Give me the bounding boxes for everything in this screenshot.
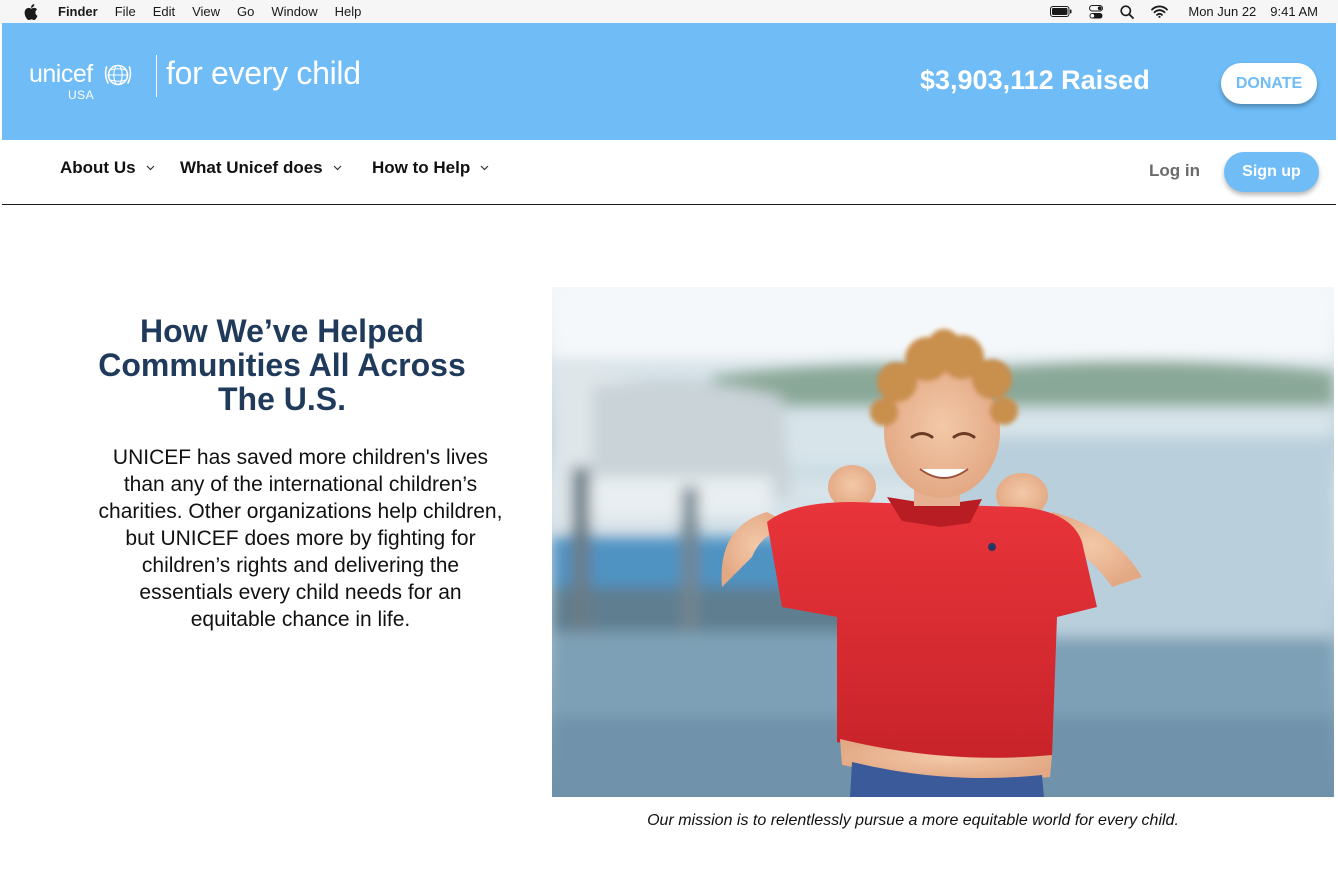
menu-finder[interactable]: Finder — [58, 4, 98, 19]
menu-bar-left: Finder File Edit View Go Window Help — [0, 3, 378, 20]
menu-help[interactable]: Help — [335, 4, 362, 19]
hero-photo — [552, 287, 1334, 797]
menu-go[interactable]: Go — [237, 4, 254, 19]
menu-file[interactable]: File — [115, 4, 136, 19]
globe-icon — [103, 62, 133, 93]
menu-bar-time[interactable]: 9:41 AM — [1270, 4, 1318, 19]
child-photo-illustration — [552, 287, 1334, 797]
menu-bar-right: Mon Jun 22 9:41 AM — [1033, 4, 1338, 20]
nav-about-us-label: About Us — [60, 158, 136, 177]
intro-paragraph: UNICEF has saved more children's lives t… — [98, 446, 503, 631]
menu-window[interactable]: Window — [271, 4, 317, 19]
photo-caption: Our mission is to relentlessly pursue a … — [647, 812, 1179, 829]
nav-how-to-help-label: How to Help — [372, 158, 471, 177]
chevron-down-icon — [333, 165, 342, 171]
logo-subtitle: USA — [68, 88, 95, 102]
nav-what-unicef-does-label: What Unicef does — [180, 158, 323, 177]
battery-icon[interactable] — [1050, 4, 1072, 20]
page-heading: How We’ve Helped Communities All Across … — [98, 313, 466, 417]
chevron-down-icon — [480, 165, 489, 171]
nav-how-to-help[interactable]: How to Help — [372, 158, 489, 178]
wifi-icon[interactable] — [1151, 4, 1169, 20]
site-header: unicef USA for every child $3,903,112 Ra… — [2, 23, 1336, 140]
nav-what-unicef-does[interactable]: What Unicef does — [180, 158, 342, 178]
apple-icon[interactable] — [24, 3, 38, 20]
chevron-down-icon — [146, 165, 155, 171]
login-link[interactable]: Log in — [1149, 161, 1200, 181]
system-menu-bar: Finder File Edit View Go Window Help Mon… — [0, 0, 1338, 23]
amount-raised: $3,903,112 Raised — [920, 65, 1150, 95]
control-center-icon[interactable] — [1089, 4, 1104, 20]
nav-about-us[interactable]: About Us — [60, 158, 155, 178]
menu-edit[interactable]: Edit — [153, 4, 175, 19]
search-icon[interactable] — [1120, 4, 1135, 20]
tagline: for every child — [166, 55, 361, 91]
unicef-logo[interactable]: unicef USA — [29, 60, 137, 104]
logo-divider — [156, 55, 157, 97]
main-nav: About Us What Unicef does How to Help Lo… — [2, 140, 1336, 205]
menu-view[interactable]: View — [192, 4, 220, 19]
logo-wordmark: unicef — [29, 60, 93, 88]
signup-button[interactable]: Sign up — [1224, 152, 1319, 192]
menu-bar-date[interactable]: Mon Jun 22 — [1188, 4, 1256, 19]
donate-button[interactable]: DONATE — [1221, 63, 1317, 104]
